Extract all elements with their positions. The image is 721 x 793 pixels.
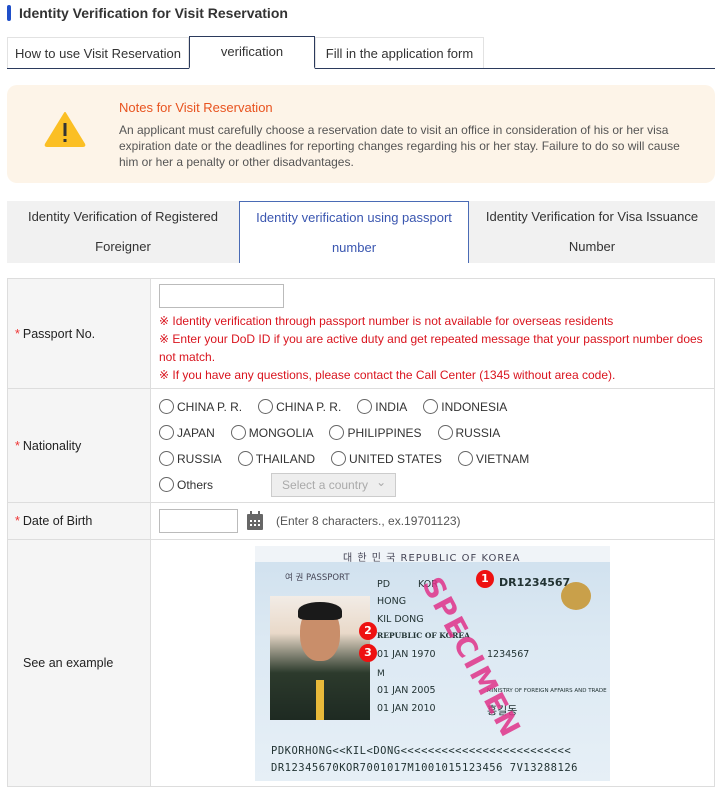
passport-note: ※ Enter your DoD ID if you are active du… <box>159 331 703 364</box>
nationality-radio[interactable]: THAILAND <box>237 451 316 466</box>
radio-label: RUSSIA <box>455 425 501 440</box>
passport-type: PD <box>377 579 391 590</box>
notice-box: Notes for Visit Reservation An applicant… <box>7 85 715 183</box>
nationality-radio[interactable]: JAPAN <box>159 425 215 440</box>
passport-issue-date: 01 JAN 2005 <box>377 685 436 696</box>
radio-circle[interactable] <box>159 399 174 414</box>
passport-label: * Passport No. <box>7 278 151 389</box>
radio-label: UNITED STATES <box>349 451 442 466</box>
radio-circle[interactable] <box>423 399 439 414</box>
dob-input[interactable] <box>159 509 238 533</box>
passport-expiry-date: 01 JAN 2010 <box>377 703 436 714</box>
passport-mrz-line2: DR12345670KOR7001017M1001015123456 7V132… <box>271 762 578 774</box>
marker-2: 2 <box>359 622 377 640</box>
nationality-radio[interactable]: MONGOLIA <box>230 425 314 440</box>
radio-circle[interactable] <box>237 451 253 466</box>
marker-3: 3 <box>359 644 377 662</box>
verification-form: * Passport No. ※ Identity verification th… <box>7 278 715 787</box>
passport-example-image: 대 한 민 국 REPUBLIC OF KOREA 여 권 PASSPORT P… <box>255 546 610 781</box>
row-example: See an example 대 한 민 국 REPUBLIC OF KOREA… <box>7 539 715 787</box>
notice-title: Notes for Visit Reservation <box>119 100 273 115</box>
row-nationality: * Nationality CHINA P. R. CHINA P. R. INDIA… <box>7 388 715 503</box>
title-accent-bar <box>7 5 11 21</box>
passport-note: ※ Identity verification through passport… <box>159 313 614 328</box>
passport-note: ※ If you have any questions, please cont… <box>159 367 616 382</box>
radio-label: MONGOLIA <box>248 425 314 440</box>
passport-personal-no: 1234567 <box>487 649 530 660</box>
passport-photo <box>270 596 370 720</box>
radio-label: VIETNAM <box>475 451 530 466</box>
nationality-label: * Nationality <box>7 388 151 503</box>
tab-application-form[interactable]: Fill in the application form <box>315 37 484 68</box>
radio-label: Others <box>177 477 214 492</box>
nationality-radio[interactable]: INDONESIA <box>423 399 507 414</box>
step-tabs: How to use Visit Reservation verificatio… <box>7 36 715 69</box>
radio-circle[interactable] <box>159 451 174 466</box>
nationality-radio[interactable]: PHILIPPINES <box>329 425 422 440</box>
passport-surname: HONG <box>377 596 407 607</box>
radio-circle[interactable] <box>357 399 373 414</box>
passport-sex: M <box>377 669 385 679</box>
country-select-placeholder: Select a country <box>282 477 369 492</box>
tab-how-to-use[interactable]: How to use Visit Reservation <box>7 37 189 68</box>
nationality-row: JAPAN MONGOLIA PHILIPPINES RUSSIA <box>159 420 706 446</box>
nationality-row: Others Select a country ⌄ <box>159 472 706 498</box>
radio-circle[interactable] <box>329 425 345 440</box>
verification-method-tabs: Identity Verification of Registered Forei… <box>7 201 715 263</box>
page-title: Identity Verification for Visit Reservat… <box>7 5 288 21</box>
radio-circle[interactable] <box>437 425 453 440</box>
nationality-radio[interactable]: INDIA <box>357 399 407 414</box>
passport-header: 대 한 민 국 REPUBLIC OF KOREA <box>343 553 521 564</box>
nationality-radio[interactable]: CHINA P. R. <box>258 399 341 414</box>
radio-label: JAPAN <box>177 425 215 440</box>
subtab-visa-issuance[interactable]: Identity Verification for Visa Issuance N… <box>469 201 715 263</box>
marker-1: 1 <box>476 570 494 588</box>
nationality-radio[interactable]: RUSSIA <box>437 425 501 440</box>
radio-label: CHINA P. R. <box>276 399 342 414</box>
passport-number-input[interactable] <box>159 283 284 308</box>
radio-circle[interactable] <box>159 477 174 492</box>
emblem-icon <box>561 582 591 610</box>
tab-verification[interactable]: verification <box>189 36 315 69</box>
radio-circle[interactable] <box>331 451 347 466</box>
dob-label: * Date of Birth <box>7 502 151 540</box>
radio-label: RUSSIA <box>177 451 222 466</box>
radio-label: INDIA <box>375 399 408 414</box>
radio-label: THAILAND <box>255 451 316 466</box>
chevron-down-icon: ⌄ <box>376 474 387 489</box>
page-title-text: Identity Verification for Visit Reservat… <box>19 5 288 21</box>
nationality-options: CHINA P. R. CHINA P. R. INDIA INDONESIA JAPA… <box>150 388 715 503</box>
country-select[interactable]: Select a country ⌄ <box>271 472 397 497</box>
radio-label: INDONESIA <box>441 399 508 414</box>
subtab-registered-foreigner[interactable]: Identity Verification of Registered Forei… <box>7 201 239 263</box>
passport-dob: 01 JAN 1970 <box>377 649 436 660</box>
passport-mrz-line1: PDKORHONG<<KIL<DONG<<<<<<<<<<<<<<<<<<<<<… <box>271 745 572 757</box>
nationality-radio[interactable]: RUSSIA <box>159 451 222 466</box>
nationality-radio[interactable]: CHINA P. R. <box>159 399 242 414</box>
row-dob: * Date of Birth (Enter 8 characters., ex.… <box>7 502 715 540</box>
radio-label: CHINA P. R. <box>177 399 243 414</box>
dob-hint: (Enter 8 characters., ex.19701123) <box>276 514 461 528</box>
nationality-row: RUSSIA THAILAND UNITED STATES VIETNAM <box>159 446 706 472</box>
warning-icon <box>44 112 86 147</box>
subtab-passport-number[interactable]: Identity verification using passport numb… <box>239 201 469 263</box>
passport-given-name: KIL DONG <box>377 614 424 625</box>
nationality-radio[interactable]: Others <box>159 477 213 492</box>
example-label: See an example <box>7 539 151 787</box>
radio-circle[interactable] <box>258 399 274 414</box>
nationality-radio[interactable]: VIETNAM <box>457 451 530 466</box>
nationality-radio[interactable]: UNITED STATES <box>331 451 442 466</box>
radio-circle[interactable] <box>230 425 246 440</box>
radio-label: PHILIPPINES <box>347 425 422 440</box>
radio-circle[interactable] <box>457 451 473 466</box>
notice-body: An applicant must carefully choose a res… <box>119 123 680 169</box>
passport-doc-label: 여 권 PASSPORT <box>285 573 350 583</box>
nationality-row: CHINA P. R. CHINA P. R. INDIA INDONESIA <box>159 394 706 420</box>
radio-circle[interactable] <box>159 425 174 440</box>
passport-number: DR1234567 <box>499 576 571 589</box>
row-passport: * Passport No. ※ Identity verification th… <box>7 278 715 389</box>
calendar-icon[interactable] <box>246 511 264 531</box>
